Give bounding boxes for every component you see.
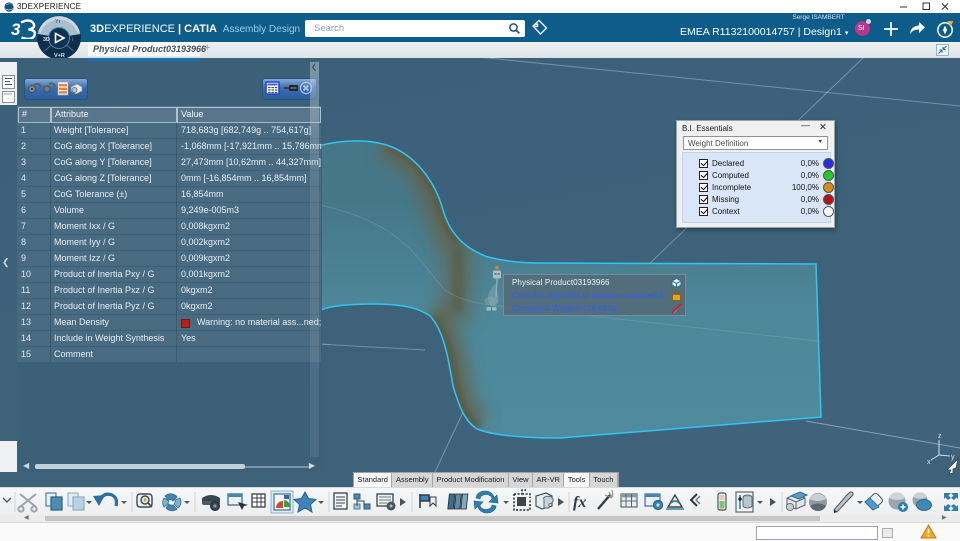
svg-text:Yr: Yr: [55, 19, 62, 25]
svg-text:3: 3: [11, 20, 21, 39]
svg-text:x: x: [927, 459, 931, 466]
svg-text:3D: 3D: [43, 37, 50, 43]
svg-text:z: z: [938, 433, 942, 440]
svg-text:y: y: [951, 454, 955, 461]
svg-text:fx: fx: [573, 494, 586, 511]
